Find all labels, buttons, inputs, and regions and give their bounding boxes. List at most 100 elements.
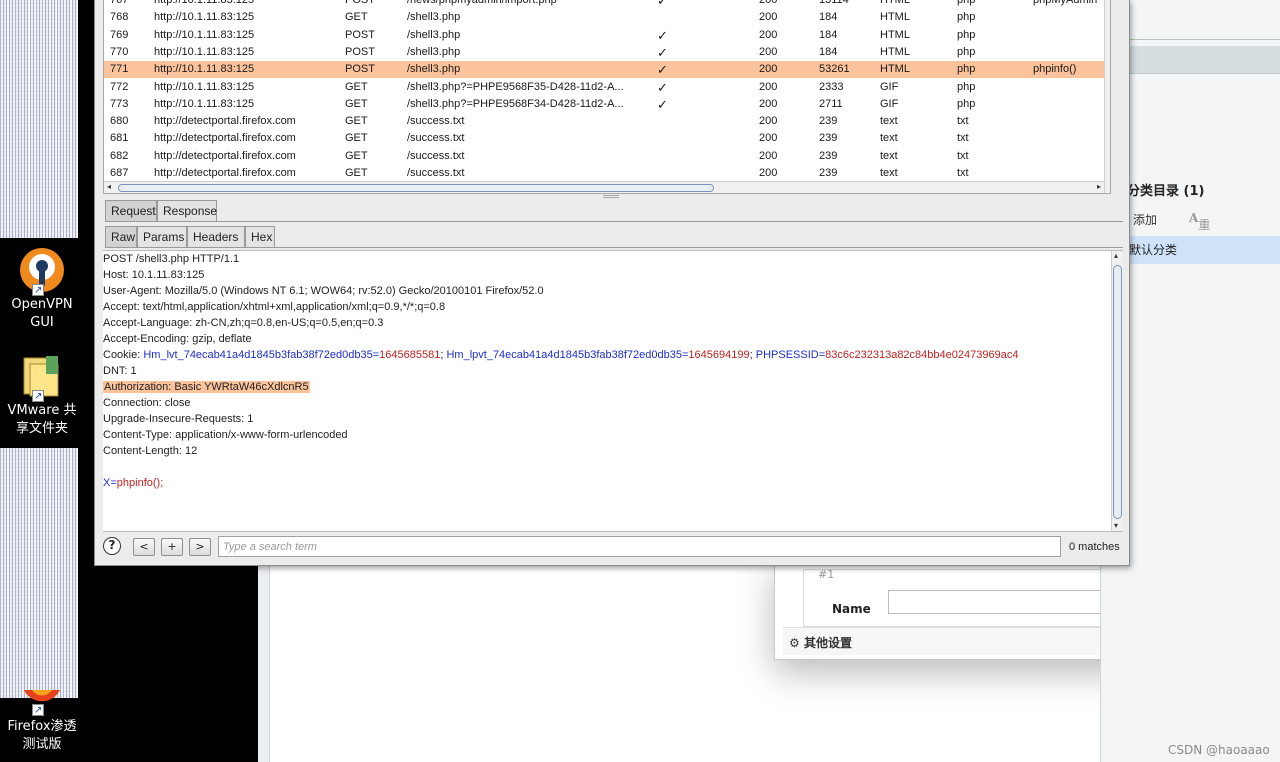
request-line-text: Host: 10.1.11.83:125 xyxy=(103,269,205,281)
row-status: 200 xyxy=(759,45,778,58)
row-host: http://detectportal.firefox.com xyxy=(154,167,296,179)
row-mime-type: text xyxy=(880,115,898,128)
row-url: /success.txt xyxy=(407,149,465,162)
row-extension: php xyxy=(957,80,976,93)
view-tab-bar: Raw Params Headers Hex xyxy=(105,226,1123,248)
firefox-desktop-icon[interactable]: Firefox渗透 测试版 xyxy=(0,690,84,754)
history-horizontal-scrollbar[interactable]: ◂ ▸ xyxy=(104,181,1104,193)
raw-request-editor[interactable]: POST /shell3.php HTTP/1.1 Host: 10.1.11.8… xyxy=(103,250,1123,532)
request-line: POST /shell3.php HTTP/1.1 xyxy=(103,251,239,267)
row-length: 53261 xyxy=(819,63,850,76)
row-method: POST xyxy=(345,0,375,6)
request-line-text: Accept: text/html,application/xhtml+xml,… xyxy=(103,301,446,313)
request-line-text: Accept-Language: zh-CN,zh;q=0.8,en-US;q=… xyxy=(103,317,384,329)
cookie-value: 83c6c232313a82c84bb4e02473969ac4 xyxy=(825,349,1019,361)
category-toolbar: 添加 A 重命名 xyxy=(1127,206,1280,266)
previous-match-button[interactable]: < xyxy=(133,538,155,556)
request-line: Authorization: Basic YWRtaW46cXdlcnR5 xyxy=(103,379,310,395)
cookie-value: 1645685581 xyxy=(379,349,441,361)
vmware-shared-desktop-icon[interactable]: VMware 共 享文件夹 xyxy=(0,352,84,438)
tab-raw[interactable]: Raw xyxy=(105,226,137,248)
tab-hex[interactable]: Hex xyxy=(245,226,275,248)
row-length: 239 xyxy=(819,149,838,162)
cookie-key: Hm_lvt_74ecab41a4d1845b3fab38f72ed0db35 xyxy=(143,349,373,361)
scroll-down-arrow-icon[interactable]: ▾ xyxy=(1114,521,1118,530)
row-length: 13114 xyxy=(819,0,849,6)
request-line-text: Content-Type: application/x-www-form-url… xyxy=(103,429,348,441)
table-row[interactable]: 767 http://10.1.11.83:125 POST/news/phpmya… xyxy=(104,0,1104,9)
row-mime-type: HTML xyxy=(880,28,910,41)
table-row[interactable]: 680 http://detectportal.firefox.com GET/su… xyxy=(104,113,1104,130)
cookie-header-name: Cookie: xyxy=(103,349,144,361)
table-row[interactable]: 771 http://10.1.11.83:125 POST/shell3.php ✓… xyxy=(104,61,1104,79)
split-pane-grip[interactable] xyxy=(603,195,619,198)
row-mime-type: GIF xyxy=(880,80,899,93)
row-extension: txt xyxy=(957,132,969,145)
row-edited-check-icon: ✓ xyxy=(657,44,668,60)
row-status: 200 xyxy=(759,11,778,24)
request-line-text: DNT: 1 xyxy=(103,365,137,377)
row-length: 184 xyxy=(819,45,838,58)
message-tab-bar: Request Response xyxy=(105,200,1123,222)
table-row[interactable]: 769 http://10.1.11.83:125 POST/shell3.php ✓… xyxy=(104,27,1104,44)
search-input[interactable] xyxy=(218,536,1061,557)
tab-response[interactable]: Response xyxy=(157,200,217,222)
row-host: http://10.1.11.83:125 xyxy=(154,45,255,58)
row-length: 239 xyxy=(819,167,838,179)
tab-request[interactable]: Request xyxy=(105,200,157,222)
table-row[interactable]: 773 http://10.1.11.83:125 GET/shell3.php?=… xyxy=(104,96,1104,113)
add-category-button[interactable]: 添加 xyxy=(1133,211,1157,228)
table-row[interactable]: 770 http://10.1.11.83:125 POST/shell3.php ✓… xyxy=(104,44,1104,61)
request-line: Content-Length: 12 xyxy=(103,443,197,459)
row-host: http://10.1.11.83:125 xyxy=(154,28,255,41)
row-mime-type: HTML xyxy=(880,63,910,76)
folder-icon xyxy=(18,352,66,406)
other-settings-header: ⚙ 其他设置 xyxy=(789,636,852,650)
row-number: 772 xyxy=(110,80,129,93)
row-edited-check-icon: ✓ xyxy=(657,27,668,43)
openvpn-desktop-icon[interactable]: OpenVPN GUI xyxy=(0,246,84,332)
raw-scroll-thumb[interactable] xyxy=(1113,265,1122,519)
row-status: 200 xyxy=(759,149,778,162)
row-title: phpMyAdmin xyxy=(1033,0,1098,6)
request-line: Accept-Encoding: gzip, deflate xyxy=(103,331,252,347)
table-row[interactable]: 682 http://detectportal.firefox.com GET/su… xyxy=(104,148,1104,165)
cookie-key: PHPSESSID xyxy=(755,349,819,361)
tab-params[interactable]: Params xyxy=(137,226,187,248)
name-label: Name xyxy=(832,602,871,616)
tab-headers[interactable]: Headers xyxy=(187,226,245,248)
next-match-button[interactable]: > xyxy=(189,538,211,556)
add-search-button[interactable]: + xyxy=(161,538,183,556)
row-host: http://detectportal.firefox.com xyxy=(154,149,296,162)
row-edited-check-icon: ✓ xyxy=(657,0,668,8)
rename-category-button[interactable]: A 重命名 xyxy=(1189,211,1210,266)
row-host: http://10.1.11.83:125 xyxy=(154,11,255,24)
row-method: GET xyxy=(345,80,368,93)
raw-vertical-scrollbar[interactable]: ▴ ▾ xyxy=(1111,251,1123,531)
row-number: 769 xyxy=(110,28,129,41)
table-row[interactable]: 768 http://10.1.11.83:125 GET/shell3.php 20… xyxy=(104,9,1104,26)
default-category-item[interactable]: 默认分类 xyxy=(1123,236,1280,264)
row-mime-type: text xyxy=(880,132,898,145)
row-mime-type: HTML xyxy=(880,0,910,6)
table-row[interactable]: 772 http://10.1.11.83:125 GET/shell3.php?=… xyxy=(104,79,1104,96)
openvpn-label: OpenVPN GUI xyxy=(11,297,73,330)
scroll-up-arrow-icon[interactable]: ▴ xyxy=(1114,251,1118,260)
dialog-item-number: #1 xyxy=(818,568,835,581)
request-line: Upgrade-Insecure-Requests: 1 xyxy=(103,411,253,427)
table-row[interactable]: 687 http://detectportal.firefox.com GET/su… xyxy=(104,165,1104,182)
table-row[interactable]: 681 http://detectportal.firefox.com GET/su… xyxy=(104,130,1104,147)
history-vertical-scrollbar[interactable] xyxy=(1104,0,1110,193)
request-line: DNT: 1 xyxy=(103,363,137,379)
shortcut-arrow-icon xyxy=(32,388,44,406)
scroll-right-arrow-icon[interactable]: ▸ xyxy=(1097,182,1101,191)
row-extension: php xyxy=(957,63,976,76)
scroll-left-arrow-icon[interactable]: ◂ xyxy=(107,182,111,191)
shortcut-arrow-icon xyxy=(32,702,44,716)
row-method: POST xyxy=(345,63,375,76)
http-history-table[interactable]: 767 http://10.1.11.83:125 POST/news/phpmya… xyxy=(103,0,1111,194)
request-line-text: Content-Length: 12 xyxy=(103,445,198,457)
row-status: 200 xyxy=(759,80,778,93)
history-scroll-thumb[interactable] xyxy=(118,184,714,192)
help-icon[interactable]: ? xyxy=(103,537,121,555)
